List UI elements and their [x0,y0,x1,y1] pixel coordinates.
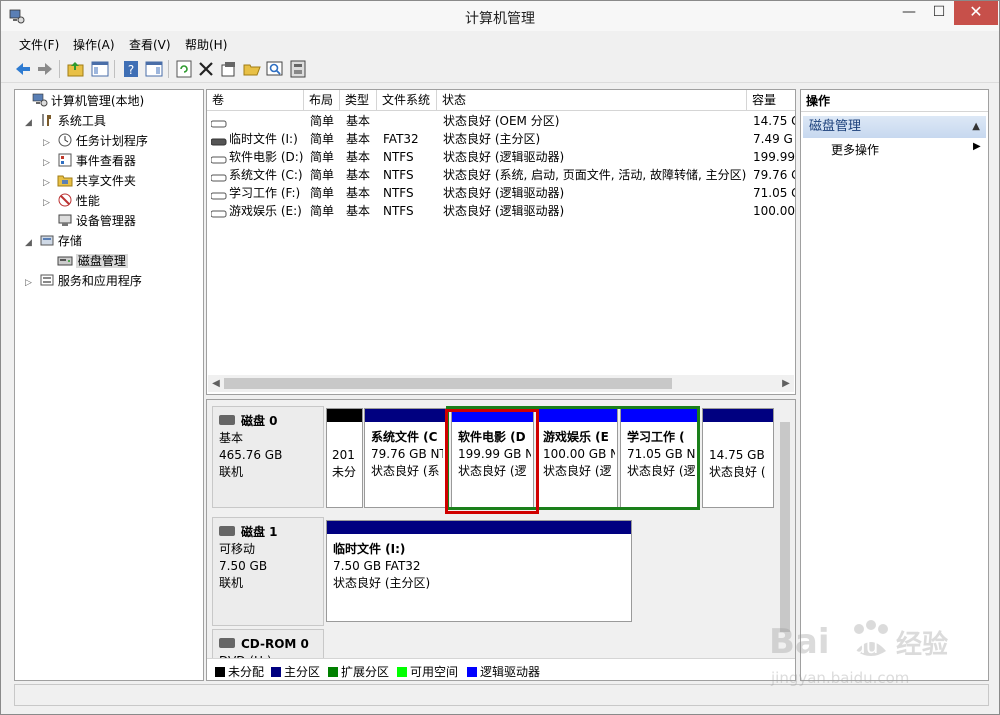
collapsed-arrow-icon[interactable]: ▷ [25,274,35,292]
legend-extended: 扩展分区 [328,663,389,680]
disk-1-label[interactable]: 磁盘 1 可移动 7.50 GB 联机 [212,517,324,626]
legend-free-space: 可用空间 [397,663,458,680]
actions-header: 操作 [801,90,988,112]
actions-section-disk-management[interactable]: 磁盘管理 ▲ [803,116,986,138]
table-row[interactable]: 系统文件 (C:) 简单 基本 NTFS 状态良好 (系统, 启动, 页面文件,… [207,166,795,184]
title-bar: 计算机管理 — ☐ ✕ [1,1,999,31]
navigation-tree: 计算机管理(本地) ◢ 系统工具 ▷ 任务计划程序 ▷ 事件查看器 ▷ 共享文件… [14,89,204,681]
tree-item-computer-management[interactable]: 计算机管理(本地) [18,92,144,110]
tree-item-services-and-applications[interactable]: ▷ 服务和应用程序 [25,272,142,290]
collapse-icon[interactable]: ▲ [972,116,980,138]
delete-icon[interactable] [196,59,216,79]
column-header-layout[interactable]: 布局 [304,90,340,111]
menu-file[interactable]: 文件(F) [19,36,59,53]
table-row[interactable]: 游戏娱乐 (E:) 简单 基本 NTFS 状态良好 (逻辑驱动器) 100.00 [207,202,795,220]
cdrom-icon [219,638,235,648]
submenu-arrow-icon: ▶ [973,141,981,152]
scroll-right-icon[interactable]: ▶ [778,375,794,392]
toolbar: ? [1,56,999,83]
disk-icon [219,526,235,536]
computer-management-window: 计算机管理 — ☐ ✕ 文件(F) 操作(A) 查看(V) 帮助(H) ? 计算… [0,0,1000,715]
disk-management-icon [57,256,73,266]
tree-item-system-tools[interactable]: ◢ 系统工具 [25,112,106,130]
refresh-icon[interactable] [174,59,194,79]
performance-icon [58,193,72,207]
tree-item-shared-folders[interactable]: ▷ 共享文件夹 [43,172,136,190]
column-header-volume[interactable]: 卷 [207,90,304,111]
partition-temp-i[interactable]: 临时文件 (I:) 7.50 GB FAT32 状态良好 (主分区) [326,520,632,622]
svg-text:?: ? [128,63,134,77]
tree-item-disk-management[interactable]: 磁盘管理 [43,252,128,270]
volume-list: 卷 布局 类型 文件系统 状态 容量 简单 基本 状态良好 (OEM 分区) 1… [206,89,796,395]
status-bar [14,684,989,706]
event-viewer-icon [58,153,72,167]
actions-pane: 操作 磁盘管理 ▲ 更多操作 ▶ [800,89,989,681]
storage-icon [40,235,54,246]
table-row[interactable]: 学习工作 (F:) 简单 基本 NTFS 状态良好 (逻辑驱动器) 71.05 … [207,184,795,202]
tree-item-event-viewer[interactable]: ▷ 事件查看器 [43,152,136,170]
device-manager-icon [58,214,72,226]
search-disk-icon[interactable] [265,59,285,79]
disk-icon [219,415,235,425]
disk-settings-icon[interactable] [288,59,308,79]
legend-logical-drive: 逻辑驱动器 [467,663,540,680]
scroll-left-icon[interactable]: ◀ [208,375,224,392]
partition-legend: 未分配 主分区 扩展分区 可用空间 逻辑驱动器 [207,658,795,680]
collapsed-arrow-icon[interactable]: ▷ [43,174,53,192]
show-hide-action-pane-icon[interactable] [144,59,164,79]
show-hide-tree-icon[interactable] [90,59,110,79]
menu-action[interactable]: 操作(A) [73,36,115,53]
forward-icon[interactable] [35,59,55,79]
collapsed-arrow-icon[interactable]: ▷ [43,154,53,172]
clock-icon [58,133,72,147]
scrollbar-thumb[interactable] [224,378,672,389]
legend-primary: 主分区 [271,663,320,680]
services-icon [40,274,54,286]
tree-item-task-scheduler[interactable]: ▷ 任务计划程序 [43,132,148,150]
table-row[interactable]: 临时文件 (I:) 简单 基本 FAT32 状态良好 (主分区) 7.49 G [207,130,795,148]
disk-map: 磁盘 0 基本 465.76 GB 联机 201 未分 系统文件 (C 79.7… [206,399,796,681]
properties-icon[interactable] [219,59,239,79]
minimize-button[interactable]: — [894,1,924,25]
tree-item-device-manager[interactable]: 设备管理器 [43,212,136,230]
menu-view[interactable]: 查看(V) [129,36,171,53]
scrollbar-thumb[interactable] [780,422,790,632]
tree-item-storage[interactable]: ◢ 存储 [25,232,82,250]
collapsed-arrow-icon[interactable]: ▷ [43,194,53,212]
collapsed-arrow-icon[interactable]: ▷ [43,134,53,152]
menu-bar: 文件(F) 操作(A) 查看(V) 帮助(H) [1,33,999,55]
expanded-arrow-icon[interactable]: ◢ [25,114,35,132]
table-row[interactable]: 简单 基本 状态良好 (OEM 分区) 14.75 G [207,112,795,130]
more-actions-item[interactable]: 更多操作 ▶ [831,141,981,158]
partition-system-c[interactable]: 系统文件 (C 79.76 GB NT 状态良好 (系 [364,408,446,508]
menu-help[interactable]: 帮助(H) [185,36,227,53]
back-icon[interactable] [13,59,33,79]
help-icon[interactable]: ? [121,59,141,79]
horizontal-scrollbar[interactable]: ◀ ▶ [208,375,794,392]
computer-management-icon [32,93,48,107]
open-folder-icon[interactable] [242,59,262,79]
disk-0-label[interactable]: 磁盘 0 基本 465.76 GB 联机 [212,406,324,508]
column-header-status[interactable]: 状态 [437,90,747,111]
partition-unallocated[interactable]: 201 未分 [326,408,363,508]
drive-icon [211,206,227,224]
selected-partition-highlight [445,409,539,514]
column-header-capacity[interactable]: 容量 [747,90,795,111]
up-folder-icon[interactable] [66,59,86,79]
column-header-filesystem[interactable]: 文件系统 [377,90,437,111]
tools-icon [41,114,51,126]
expanded-arrow-icon[interactable]: ◢ [25,234,35,252]
tree-item-performance[interactable]: ▷ 性能 [43,192,100,210]
column-header-type[interactable]: 类型 [340,90,377,111]
legend-unallocated: 未分配 [215,663,264,680]
close-button[interactable]: ✕ [954,1,998,25]
vertical-scrollbar[interactable] [777,402,793,658]
shared-folder-icon [57,175,73,187]
table-row[interactable]: 软件电影 (D:) 简单 基本 NTFS 状态良好 (逻辑驱动器) 199.99 [207,148,795,166]
maximize-button[interactable]: ☐ [924,1,954,25]
partition-oem[interactable]: 14.75 GB 状态良好 ( [702,408,774,508]
window-title: 计算机管理 [465,11,535,27]
